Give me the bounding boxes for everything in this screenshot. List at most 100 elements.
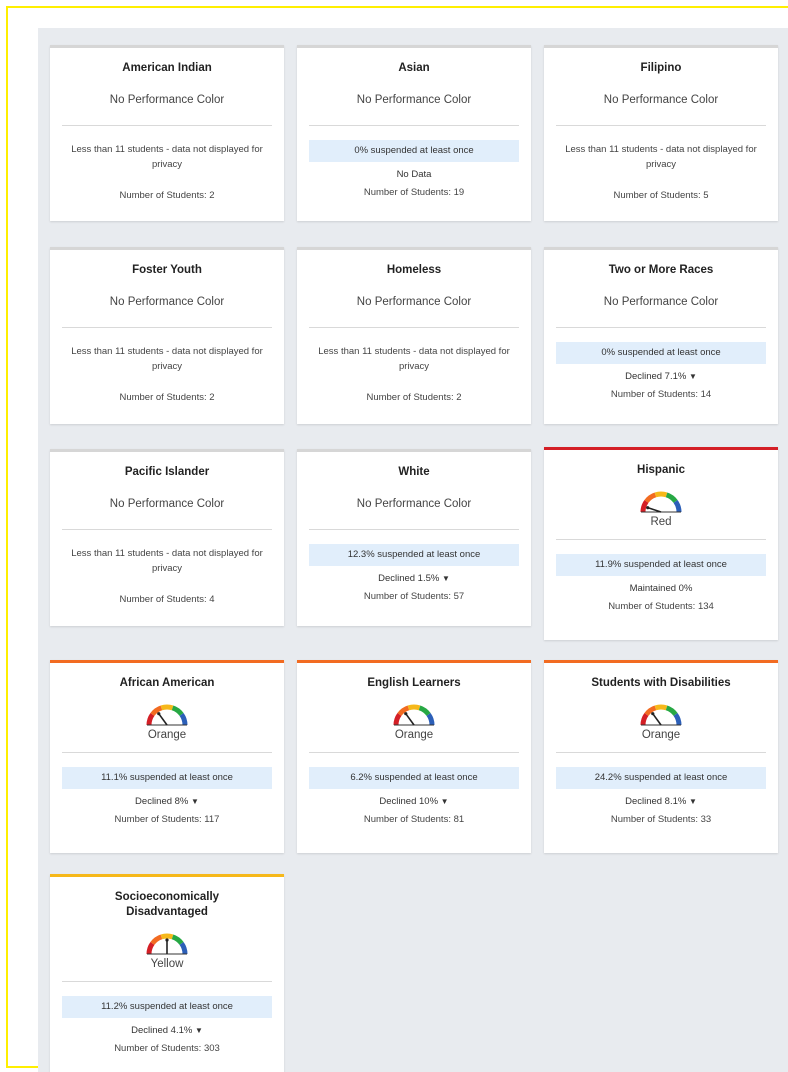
performance-color-label: No Performance Color [356, 498, 472, 510]
gauge-segment-red [146, 941, 155, 955]
card-divider [62, 981, 272, 982]
gauge-needle [158, 713, 168, 726]
change-text: Declined 8.1% [625, 796, 687, 807]
gauge-segment-blue [426, 712, 435, 726]
suspension-rate: 12.3% suspended at least once [309, 544, 519, 566]
suspension-rate: 11.2% suspended at least once [62, 996, 272, 1018]
change-status: Declined 4.1% ▼ [50, 1025, 284, 1036]
student-count: Number of Students: 2 [366, 392, 462, 403]
performance-color-label: No Performance Color [356, 296, 472, 308]
card-divider [309, 125, 519, 126]
change-text: Declined 7.1% [625, 371, 687, 382]
change-text: Declined 8% [135, 796, 189, 807]
group-card-american-indian[interactable]: American Indian No Performance Color Les… [50, 45, 284, 221]
gauge-needle [405, 713, 415, 726]
privacy-note: Less than 11 students - data not display… [71, 548, 263, 574]
gauge-segment-red [640, 499, 649, 513]
student-count: Number of Students: 81 [363, 814, 465, 825]
group-card-homeless[interactable]: Homeless No Performance Color Less than … [297, 247, 531, 424]
down-triangle-icon: ▼ [688, 797, 697, 806]
gauge-needle-tip [651, 712, 655, 716]
performance-color-label: No Performance Color [109, 94, 225, 106]
performance-color-label: No Performance Color [109, 296, 225, 308]
gauge-segment-yellow [160, 933, 174, 940]
student-count: Number of Students: 4 [119, 594, 215, 605]
down-triangle-icon: ▼ [440, 797, 449, 806]
performance-color-label: No Performance Color [109, 498, 225, 510]
card-divider [309, 752, 519, 753]
group-card-two-or-more-races[interactable]: Two or More Races No Performance Color 0… [544, 247, 778, 424]
performance-color-label: No Performance Color [603, 296, 719, 308]
gauge-segment-red [640, 712, 649, 726]
group-card-filipino[interactable]: Filipino No Performance Color Less than … [544, 45, 778, 221]
group-card-hispanic[interactable]: Hispanic Red 11.9% suspended at least on… [544, 447, 778, 640]
suspension-rate: 0% suspended at least once [309, 140, 519, 162]
change-status: Declined 1.5% ▼ [297, 573, 531, 584]
group-card-students-with-disabilities[interactable]: Students with Disabilities Orange 24.2% … [544, 660, 778, 853]
student-count: Number of Students: 19 [363, 187, 465, 198]
gauge-segment-green [665, 492, 678, 504]
card-divider [62, 327, 272, 328]
down-triangle-icon: ▼ [194, 1026, 203, 1035]
privacy-note: Less than 11 students - data not display… [71, 144, 263, 170]
gauge-segment-blue [673, 499, 682, 513]
student-count: Number of Students: 2 [119, 190, 215, 201]
student-group-cards-panel: American Indian No Performance Color Les… [38, 28, 788, 1072]
student-count: Number of Students: 134 [608, 601, 714, 612]
gauge-segment-green [171, 934, 184, 946]
student-count: Number of Students: 5 [613, 190, 709, 201]
privacy-note: Less than 11 students - data not display… [318, 346, 510, 372]
performance-gauge-icon [544, 484, 778, 514]
card-title: African American [119, 677, 215, 689]
gauge-segment-yellow [407, 704, 421, 711]
change-text: Declined 1.5% [378, 573, 440, 584]
privacy-note: Less than 11 students - data not display… [71, 346, 263, 372]
student-count: Number of Students: 2 [119, 392, 215, 403]
group-card-foster-youth[interactable]: Foster Youth No Performance Color Less t… [50, 247, 284, 424]
student-count: Number of Students: 33 [610, 814, 712, 825]
privacy-note: Less than 11 students - data not display… [565, 144, 757, 170]
performance-gauge-icon [50, 697, 284, 727]
gauge-segment-yellow [160, 704, 174, 711]
group-card-asian[interactable]: Asian No Performance Color 0% suspended … [297, 45, 531, 221]
gauge-segment-blue [179, 712, 188, 726]
student-count: Number of Students: 57 [363, 591, 465, 602]
down-triangle-icon: ▼ [688, 372, 697, 381]
card-divider [309, 529, 519, 530]
change-status: Declined 8.1% ▼ [544, 796, 778, 807]
group-card-african-american[interactable]: African American Orange 11.1% suspended … [50, 660, 284, 853]
performance-color-label: Orange [147, 729, 187, 741]
card-title: Filipino [640, 62, 682, 74]
gauge-segment-green [665, 705, 678, 717]
gauge-needle-tip [646, 506, 650, 510]
group-card-english-learners[interactable]: English Learners Orange 6.2% suspended a… [297, 660, 531, 853]
performance-color-label: No Performance Color [603, 94, 719, 106]
performance-color-label: No Performance Color [356, 94, 472, 106]
suspension-rate: 0% suspended at least once [556, 342, 766, 364]
change-status: No Data [396, 169, 432, 180]
group-card-socioeconomically-disadvantaged[interactable]: Socioeconomically Disadvantaged Yellow 1… [50, 874, 284, 1072]
down-triangle-icon: ▼ [191, 797, 199, 806]
gauge-needle-tip [165, 938, 169, 942]
group-card-pacific-islander[interactable]: Pacific Islander No Performance Color Le… [50, 449, 284, 626]
change-status: Maintained 0% [629, 583, 693, 594]
gauge-segment-red [146, 712, 155, 726]
student-count: Number of Students: 14 [610, 389, 712, 400]
card-divider [556, 327, 766, 328]
card-title: Socioeconomically Disadvantaged [114, 891, 220, 918]
performance-gauge-icon [544, 697, 778, 727]
performance-gauge-icon [297, 697, 531, 727]
card-divider [556, 539, 766, 540]
card-title: American Indian [122, 62, 212, 74]
change-status: Declined 7.1% ▼ [544, 371, 778, 382]
gauge-segment-yellow [654, 491, 668, 498]
card-title: Foster Youth [132, 264, 202, 276]
card-title: Homeless [386, 264, 442, 276]
gauge-needle-tip [404, 712, 408, 716]
change-status: Declined 10% ▼ [297, 796, 531, 807]
gauge-segment-orange [644, 492, 657, 504]
group-card-white[interactable]: White No Performance Color 12.3% suspend… [297, 449, 531, 626]
gauge-segment-orange [150, 934, 163, 946]
card-divider [309, 327, 519, 328]
change-text: Declined 10% [379, 796, 439, 807]
